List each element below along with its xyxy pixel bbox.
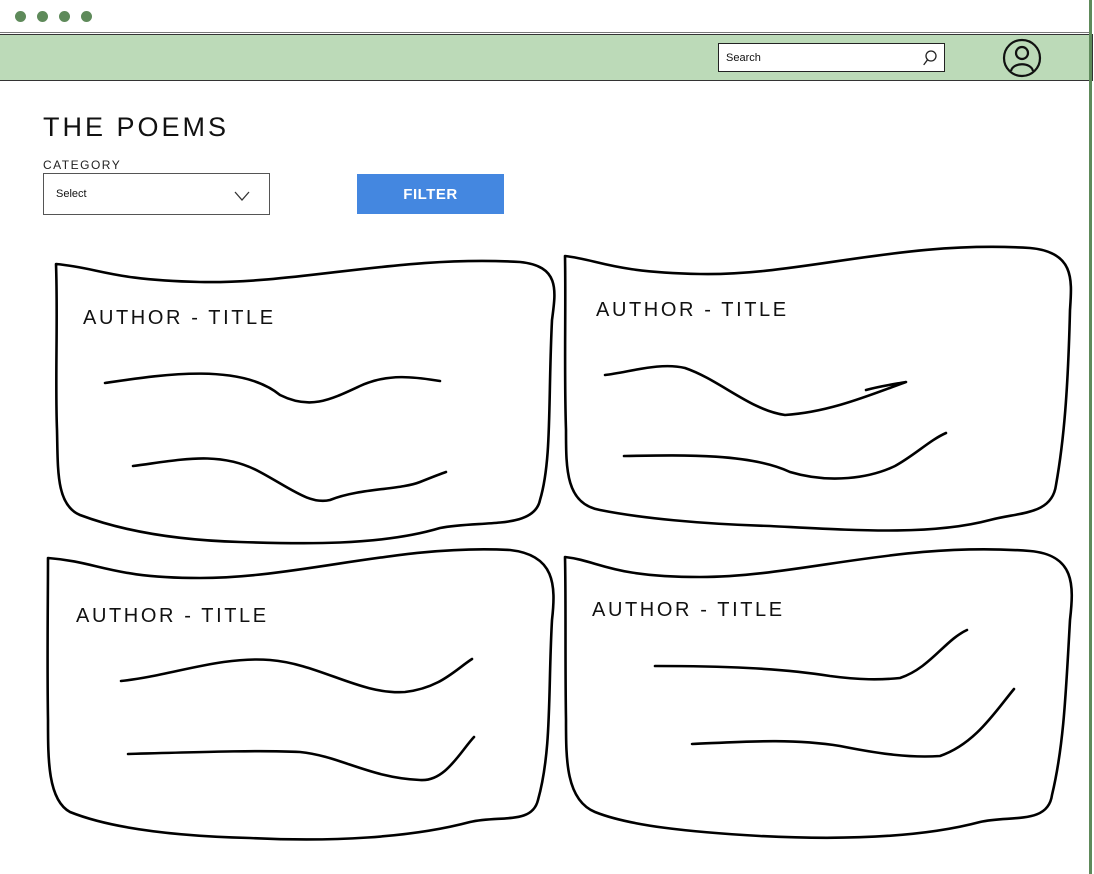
category-selected-value: Select [56,188,87,200]
window-dot-icon[interactable] [37,11,48,22]
window-chrome [0,0,1090,33]
poem-card[interactable]: AUTHOR - TITLE [48,550,554,842]
category-label: CATEGORY [43,158,122,172]
card-title: AUTHOR - TITLE [596,299,789,321]
card-title: AUTHOR - TITLE [83,307,276,329]
window-dot-icon[interactable] [59,11,70,22]
chevron-down-icon [234,191,250,201]
window-controls [15,11,92,22]
page: THE POEMS CATEGORY Select FILTER [0,0,1094,874]
window-dot-icon[interactable] [15,11,26,22]
poem-card[interactable]: AUTHOR - TITLE [56,262,554,544]
window-right-border [1089,0,1092,874]
page-title: THE POEMS [43,112,230,142]
poem-card[interactable]: AUTHOR - TITLE [565,248,1073,530]
window-dot-icon[interactable] [81,11,92,22]
card-title: AUTHOR - TITLE [592,599,785,621]
user-circle-icon[interactable] [1002,38,1042,78]
poem-card[interactable]: AUTHOR - TITLE [565,550,1073,842]
category-select[interactable]: Select [43,173,270,215]
filter-button[interactable]: FILTER [357,174,504,214]
search-input[interactable] [719,44,919,71]
search-box [718,43,945,72]
top-header [0,34,1093,81]
card-title: AUTHOR - TITLE [76,605,269,627]
search-icon[interactable] [921,49,939,67]
